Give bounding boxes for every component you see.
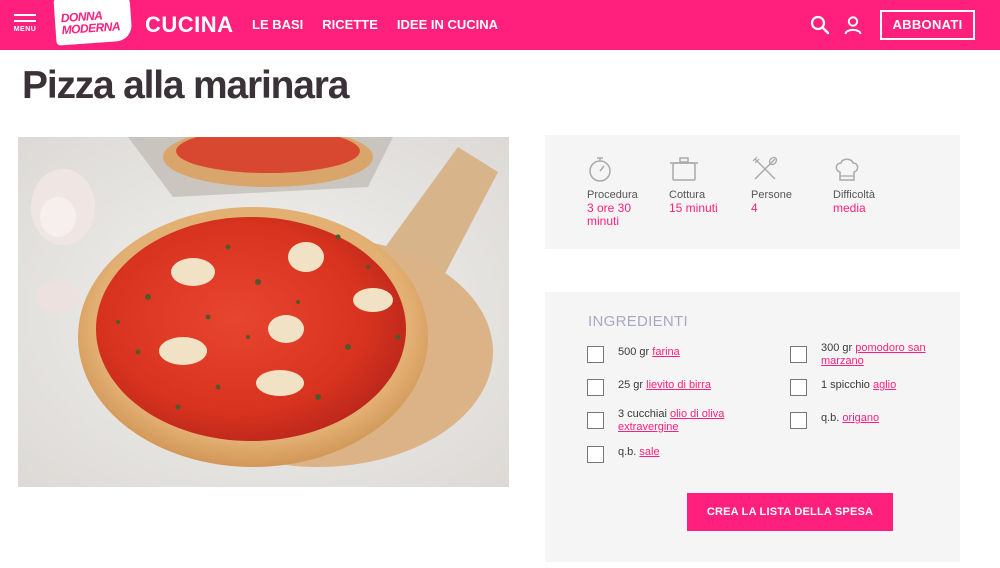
ingredient-qty: 300 gr — [821, 342, 853, 354]
main-nav: LE BASI RICETTE IDEE IN CUCINA — [252, 17, 498, 32]
ingredient-checkbox[interactable] — [587, 346, 604, 363]
ingredient-checkbox[interactable] — [587, 379, 604, 396]
top-navigation-bar: MENU DONNA MODERNA CUCINA LE BASI RICETT… — [0, 0, 1000, 50]
ingredient-text: q.b. origano — [821, 412, 879, 425]
ingredient-text: 3 cucchiai olio di oliva extravergine — [618, 408, 753, 434]
ingredient-item: 500 gr farina — [587, 346, 757, 363]
ingredient-item: q.b. origano — [790, 412, 960, 429]
ingredient-qty: 1 spicchio — [821, 379, 870, 391]
ingredient-item: 25 gr lievito di birra — [587, 379, 757, 396]
create-shopping-list-button[interactable]: CREA LA LISTA DELLA SPESA — [687, 493, 893, 531]
info-servings-value: 4 — [751, 201, 758, 215]
ingredients-title: INGREDIENTI — [588, 313, 688, 330]
ingredient-link[interactable]: origano — [842, 412, 879, 424]
info-cooking: Cottura 15 minuti — [669, 155, 747, 215]
ingredients-panel: INGREDIENTI 500 gr farina 300 gr pomodor… — [545, 292, 960, 562]
page-title: Pizza alla marinara — [22, 64, 349, 107]
ingredient-link[interactable]: aglio — [873, 379, 896, 391]
ingredient-checkbox[interactable] — [587, 446, 604, 463]
ingredient-qty: q.b. — [618, 446, 637, 458]
ingredient-text: 300 gr pomodoro san marzano — [821, 342, 951, 368]
menu-label: MENU — [13, 26, 37, 33]
search-icon[interactable] — [810, 15, 830, 35]
subscribe-button[interactable]: ABBONATI — [880, 10, 975, 40]
nav-item-ricette[interactable]: RICETTE — [322, 17, 378, 32]
ingredient-qty: 3 cucchiai — [618, 408, 667, 420]
info-procedure-value: 3 ore 30 minuti — [587, 201, 632, 228]
user-icon[interactable] — [843, 15, 863, 35]
info-difficulty: Difficoltà media — [833, 155, 911, 215]
info-servings-label: Persone — [751, 189, 792, 201]
ingredient-link[interactable]: farina — [652, 346, 680, 358]
ingredient-link[interactable]: sale — [639, 446, 659, 458]
ingredient-text: 1 spicchio aglio — [821, 379, 896, 392]
ingredient-qty: q.b. — [821, 412, 840, 424]
info-cooking-value: 15 minuti — [669, 201, 718, 215]
hamburger-icon-line — [14, 20, 36, 22]
ingredient-text: 500 gr farina — [618, 346, 680, 359]
ingredient-checkbox[interactable] — [790, 379, 807, 396]
ingredient-item: 300 gr pomodoro san marzano — [790, 342, 960, 368]
stopwatch-icon — [587, 155, 665, 183]
nav-item-le-basi[interactable]: LE BASI — [252, 17, 303, 32]
section-title[interactable]: CUCINA — [145, 12, 234, 38]
pot-icon — [669, 155, 747, 183]
ingredient-link[interactable]: lievito di birra — [646, 379, 711, 391]
ingredient-qty: 25 gr — [618, 379, 644, 391]
logo-line-2: MODERNA — [61, 19, 121, 38]
ingredient-checkbox[interactable] — [587, 412, 604, 429]
ingredient-item: 1 spicchio aglio — [790, 379, 960, 396]
ingredient-checkbox[interactable] — [790, 412, 807, 429]
ingredient-checkbox[interactable] — [790, 346, 807, 363]
ingredient-item: q.b. sale — [587, 446, 757, 463]
recipe-info-panel: Procedura 3 ore 30 minuti Cottura 15 min… — [545, 135, 960, 249]
hamburger-icon — [14, 14, 36, 16]
info-servings: Persone 4 — [751, 155, 829, 215]
ingredient-qty: 500 gr — [618, 346, 650, 358]
donna-moderna-logo[interactable]: DONNA MODERNA — [53, 0, 133, 46]
logo-text: DONNA MODERNA — [60, 8, 121, 38]
ingredient-text: 25 gr lievito di birra — [618, 379, 711, 392]
nav-item-idee-in-cucina[interactable]: IDEE IN CUCINA — [397, 17, 498, 32]
ingredient-item: 3 cucchiai olio di oliva extravergine — [587, 408, 757, 434]
info-procedure: Procedura 3 ore 30 minuti — [587, 155, 665, 228]
info-difficulty-value: media — [833, 201, 866, 215]
recipe-photo — [18, 137, 509, 487]
cutlery-icon — [751, 155, 829, 183]
chef-hat-icon — [833, 155, 911, 183]
menu-button[interactable]: MENU — [12, 14, 38, 38]
ingredient-text: q.b. sale — [618, 446, 660, 459]
